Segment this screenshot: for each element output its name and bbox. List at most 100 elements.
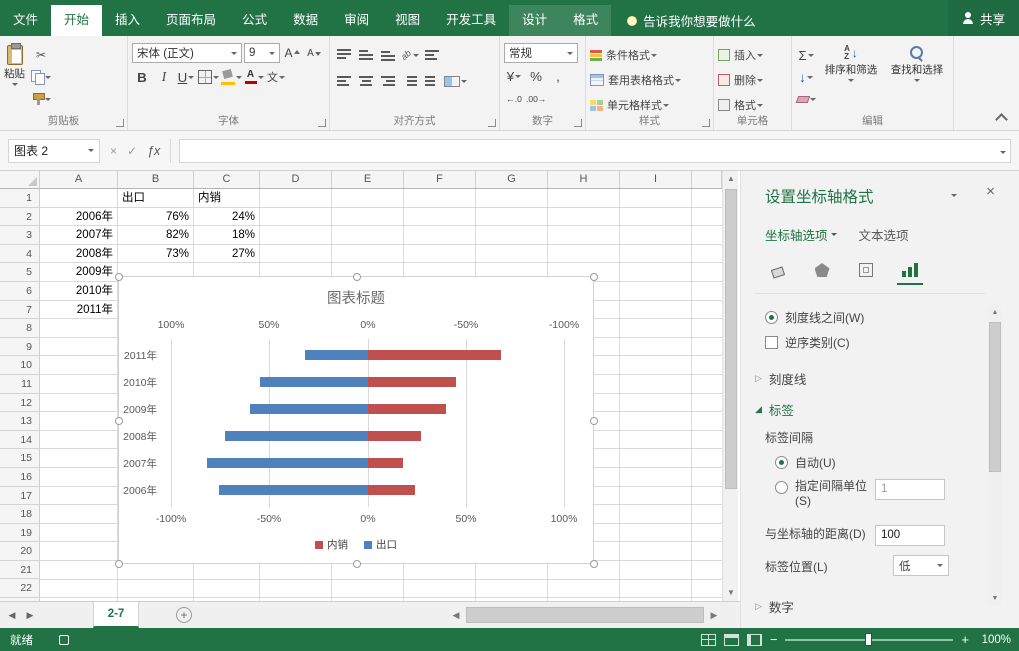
pane-tab-axis-options[interactable]: 坐标轴选项 — [765, 225, 837, 244]
effects-icon[interactable] — [809, 255, 835, 281]
cell-A3[interactable]: 2007年 — [40, 226, 118, 245]
format-painter-button[interactable] — [31, 89, 51, 109]
new-sheet-button[interactable]: + — [176, 607, 192, 623]
chart-bar-出口[interactable] — [219, 485, 368, 495]
orientation-button[interactable]: ab — [400, 45, 420, 65]
cell-A2[interactable]: 2006年 — [40, 208, 118, 227]
insert-function-button[interactable]: ƒx — [147, 144, 160, 158]
row-header-18[interactable]: 18 — [0, 505, 39, 524]
column-header-I[interactable]: I — [620, 171, 692, 188]
cell-C1[interactable]: 内销 — [194, 189, 260, 208]
row-header-13[interactable]: 13 — [0, 412, 39, 431]
chart-bar-出口[interactable] — [225, 431, 368, 441]
chart-bottom-axis-tick[interactable]: 0% — [346, 513, 390, 525]
align-right-button[interactable] — [378, 71, 398, 91]
chart-category-label[interactable]: 2008年 — [119, 429, 163, 444]
chart-top-axis-tick[interactable]: 100% — [149, 319, 193, 331]
reverse-categories-checkbox[interactable]: 逆序类别(C) — [741, 334, 989, 351]
expand-formula-bar-icon[interactable] — [1000, 151, 1006, 157]
embedded-chart[interactable]: 图表标题100%50%0%-50%-100%-100%-50%0%50%100%… — [118, 276, 594, 564]
label-position-dropdown[interactable]: 低 — [893, 555, 949, 576]
ribbon-tab-file[interactable]: 文件 — [0, 5, 51, 36]
cell-A5[interactable]: 2009年 — [40, 263, 118, 282]
chart-bar-内销[interactable] — [368, 377, 456, 387]
chart-bar-出口[interactable] — [260, 377, 368, 387]
distance-from-axis-input[interactable]: 100 — [875, 525, 945, 546]
scroll-down-arrow[interactable]: ▼ — [723, 585, 739, 601]
chart-category-label[interactable]: 2006年 — [119, 483, 163, 498]
cell-C3[interactable]: 18% — [194, 226, 260, 245]
align-bottom-button[interactable] — [378, 45, 398, 65]
wrap-text-button[interactable] — [422, 45, 442, 65]
cell-B4[interactable]: 73% — [118, 245, 194, 264]
scroll-up-arrow[interactable]: ▲ — [723, 171, 739, 187]
pane-scroll-thumb[interactable] — [989, 322, 1001, 472]
chart-bar-出口[interactable] — [305, 350, 368, 360]
decrease-decimal-button[interactable]: .00→ — [526, 89, 546, 109]
size-properties-icon[interactable] — [853, 255, 879, 281]
ribbon-tab-chart-design[interactable]: 设计 — [509, 5, 560, 36]
cell-A7[interactable]: 2011年 — [40, 301, 118, 320]
find-select-button[interactable]: 查找和选择 — [886, 43, 948, 114]
page-break-view-button[interactable] — [747, 634, 762, 646]
chart-category-label[interactable]: 2011年 — [119, 348, 163, 363]
chart-bar-内销[interactable] — [368, 431, 421, 441]
conditional-formatting-button[interactable]: 条件格式 — [590, 45, 708, 65]
row-header-17[interactable]: 17 — [0, 487, 39, 506]
font-color-button[interactable]: A — [244, 67, 264, 87]
phonetic-guide-button[interactable]: 文 — [266, 67, 286, 87]
column-header-H[interactable]: H — [548, 171, 620, 188]
row-header-20[interactable]: 20 — [0, 542, 39, 561]
chart-selection-handle[interactable] — [353, 273, 361, 281]
ribbon-tab-developer[interactable]: 开发工具 — [433, 5, 509, 36]
pane-scroll-up-arrow[interactable]: ▲ — [988, 306, 1002, 320]
column-header-B[interactable]: B — [118, 171, 194, 188]
section-tick-marks[interactable]: ▷ 刻度线 — [741, 369, 989, 388]
column-header-E[interactable]: E — [332, 171, 404, 188]
borders-button[interactable] — [198, 67, 219, 87]
page-layout-view-button[interactable] — [724, 634, 739, 646]
name-box[interactable]: 图表 2 — [8, 139, 100, 163]
chart-bar-内销[interactable] — [368, 458, 403, 468]
row-header-16[interactable]: 16 — [0, 468, 39, 487]
chart-legend-item[interactable]: 内销 — [315, 537, 348, 552]
percent-style-button[interactable]: % — [526, 66, 546, 86]
delete-cells-button[interactable]: 删除 — [718, 70, 786, 90]
row-header-6[interactable]: 6 — [0, 282, 39, 301]
share-button[interactable]: 共享 — [948, 0, 1019, 36]
pane-tab-text-options[interactable]: 文本选项 — [859, 225, 909, 244]
row-header-8[interactable]: 8 — [0, 319, 39, 338]
row-header-7[interactable]: 7 — [0, 301, 39, 320]
chart-selection-handle[interactable] — [590, 417, 598, 425]
between-tickmarks-radio[interactable]: 刻度线之间(W) — [741, 309, 989, 326]
row-header-12[interactable]: 12 — [0, 394, 39, 413]
ribbon-tab-view[interactable]: 视图 — [382, 5, 433, 36]
macro-record-icon[interactable] — [59, 635, 69, 645]
chart-bottom-axis-tick[interactable]: -50% — [247, 513, 291, 525]
row-header-14[interactable]: 14 — [0, 431, 39, 450]
cell-C2[interactable]: 24% — [194, 208, 260, 227]
align-top-button[interactable] — [334, 45, 354, 65]
chart-category-label[interactable]: 2010年 — [119, 375, 163, 390]
ribbon-tab-review[interactable]: 审阅 — [331, 5, 382, 36]
row-header-10[interactable]: 10 — [0, 356, 39, 375]
decrease-indent-button[interactable] — [400, 71, 420, 91]
chart-bar-内销[interactable] — [368, 350, 501, 360]
format-cells-button[interactable]: 格式 — [718, 95, 786, 115]
insert-cells-button[interactable]: 插入 — [718, 45, 786, 65]
vertical-scrollbar[interactable]: ▲ ▼ — [722, 171, 738, 601]
chart-bottom-axis-tick[interactable]: -100% — [149, 513, 193, 525]
chart-title[interactable]: 图表标题 — [119, 287, 593, 308]
chart-bottom-axis-tick[interactable]: 100% — [542, 513, 586, 525]
pane-menu-caret[interactable] — [951, 194, 957, 200]
column-header-A[interactable]: A — [40, 171, 118, 188]
cell-B3[interactable]: 82% — [118, 226, 194, 245]
hscroll-right-arrow[interactable]: ▶ — [706, 602, 722, 629]
cancel-button[interactable]: × — [110, 144, 117, 158]
increase-indent-button[interactable] — [422, 71, 442, 91]
row-header-21[interactable]: 21 — [0, 561, 39, 580]
chart-selection-handle[interactable] — [115, 417, 123, 425]
column-header-C[interactable]: C — [194, 171, 260, 188]
cut-button[interactable]: ✂ — [31, 45, 51, 65]
align-middle-button[interactable] — [356, 45, 376, 65]
